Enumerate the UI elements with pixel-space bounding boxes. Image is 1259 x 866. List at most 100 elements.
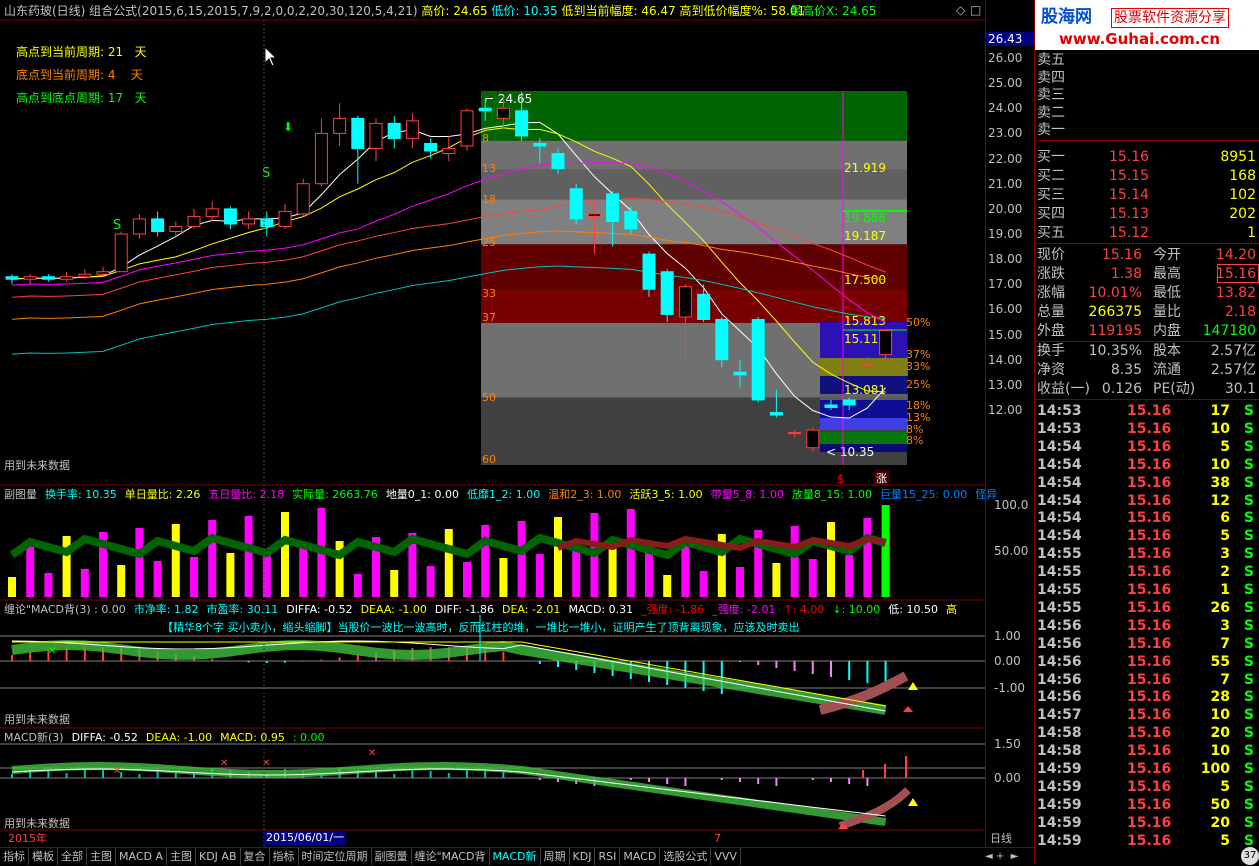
buy-volume: 202 (1229, 206, 1256, 222)
tick-row[interactable]: 14:56 15.16 55 S (1035, 653, 1259, 671)
tick-row[interactable]: 14:55 15.16 26 S (1035, 599, 1259, 617)
tick-volume: 3 (1220, 546, 1230, 563)
tab-1[interactable]: 模板 (29, 848, 58, 865)
tick-row[interactable]: 14:54 15.16 5 S (1035, 438, 1259, 456)
price-axis-label: 25.00 (988, 76, 1023, 91)
stat-row[interactable]: 净资 8.35 流通 2.57亿 (1035, 361, 1259, 379)
buy-row[interactable]: 买五 15.12 1 (1035, 224, 1259, 242)
brand-banner[interactable]: 股海网 股票软件资源分享 www.Guhai.com.cn (1035, 0, 1259, 50)
tick-row[interactable]: 14:55 15.16 1 S (1035, 581, 1259, 599)
buy-row[interactable]: 买四 15.13 202 (1035, 205, 1259, 223)
tab-scroll-arrows[interactable]: ◄ + ► (985, 850, 1018, 864)
stat-row[interactable]: 总量 266375 量比 2.18 (1035, 303, 1259, 321)
tick-row[interactable]: 14:55 15.16 3 S (1035, 545, 1259, 563)
tick-row[interactable]: 14:56 15.16 7 S (1035, 635, 1259, 653)
stat-value: 15.16 (1101, 247, 1142, 263)
tick-price: 15.16 (1127, 653, 1172, 670)
tick-row[interactable]: 14:57 15.16 10 S (1035, 706, 1259, 724)
tick-row[interactable]: 14:58 15.16 10 S (1035, 742, 1259, 760)
current-price-tag: 26.43 (986, 32, 1034, 46)
tick-row[interactable]: 14:55 15.16 2 S (1035, 563, 1259, 581)
tab-5[interactable]: 主图 (167, 848, 196, 865)
tab-2[interactable]: 全部 (58, 848, 87, 865)
fib-level-label: 8 (482, 132, 489, 145)
stat-row[interactable]: 换手 10.35% 股本 2.57亿 (1035, 342, 1259, 360)
tick-row[interactable]: 14:59 15.16 5 S (1035, 778, 1259, 796)
tick-time: 14:56 (1037, 635, 1082, 652)
vol-axis-label: 100.0 (994, 498, 1029, 512)
tab-18[interactable]: VVV (711, 848, 741, 865)
tab-11[interactable]: 缠论"MACD背 (412, 848, 490, 865)
tick-row[interactable]: 14:59 15.16 100 S (1035, 760, 1259, 778)
tab-9[interactable]: 时间定位周期 (299, 848, 372, 865)
tick-row[interactable]: 14:56 15.16 7 S (1035, 671, 1259, 689)
tab-10[interactable]: 副图量 (372, 848, 412, 865)
tick-row[interactable]: 14:54 15.16 10 S (1035, 456, 1259, 474)
tick-side: S (1243, 599, 1254, 616)
tick-time: 14:54 (1037, 474, 1082, 491)
tab-3[interactable]: 主图 (87, 848, 116, 865)
tab-12[interactable]: MACD新 (490, 848, 541, 865)
buy-row[interactable]: 买二 15.15 168 (1035, 167, 1259, 185)
stat-label: 流通 (1153, 362, 1181, 378)
sell-row[interactable]: 卖二 (1035, 104, 1259, 122)
buy-row[interactable]: 买三 15.14 102 (1035, 186, 1259, 204)
stat-label: 股本 (1153, 343, 1181, 359)
low-label: 低价: 10.35 (491, 4, 558, 18)
buy-row[interactable]: 买一 15.16 8951 (1035, 148, 1259, 166)
scroll-badge[interactable]: 37 (1241, 847, 1259, 865)
stat-row[interactable]: 现价 15.16 今开 14.20 (1035, 246, 1259, 264)
chart-area[interactable]: 8 13 18 25 33 37 50 60 ⌐ 24.65 < 10.35 21.919 19.88… (0, 0, 997, 847)
stat-row[interactable]: 涨幅 10.01% 最低 13.82 (1035, 284, 1259, 302)
diamond-icon[interactable]: ◇ (956, 3, 965, 17)
tick-time: 14:59 (1037, 796, 1082, 813)
tick-row[interactable]: 14:53 15.16 10 S (1035, 420, 1259, 438)
fib-level-label: 13 (482, 162, 496, 175)
sell-level-label: 卖五 (1037, 52, 1065, 68)
tab-6[interactable]: KDJ AB (196, 848, 241, 865)
fib-level-label: 37 (482, 311, 496, 324)
tick-row[interactable]: 14:59 15.16 5 S (1035, 832, 1259, 850)
tab-7[interactable]: 复合 (241, 848, 270, 865)
fib-level-label: 60 (482, 453, 496, 466)
volume-bar (117, 565, 126, 597)
sell-row[interactable]: 卖三 (1035, 86, 1259, 104)
sell-row[interactable]: 卖五 (1035, 51, 1259, 69)
sell-row[interactable]: 卖一 (1035, 121, 1259, 139)
tab-4[interactable]: MACD A (116, 848, 167, 865)
candle-body (296, 183, 310, 215)
tab-0[interactable]: 指标 (0, 848, 29, 865)
stat-row[interactable]: 外盘 119195 内盘 147180 (1035, 322, 1259, 340)
candle-body (769, 412, 783, 416)
tick-row[interactable]: 14:54 15.16 12 S (1035, 492, 1259, 510)
tick-row[interactable]: 14:54 15.16 6 S (1035, 509, 1259, 527)
tick-row[interactable]: 14:59 15.16 20 S (1035, 814, 1259, 832)
tick-side: S (1243, 420, 1254, 437)
tab-14[interactable]: KDJ (570, 848, 596, 865)
sell-row[interactable]: 卖四 (1035, 69, 1259, 87)
tab-16[interactable]: MACD (620, 848, 661, 865)
tick-time: 14:54 (1037, 510, 1082, 527)
stat-row[interactable]: 收益(一) 0.126 PE(动) 30.1 (1035, 380, 1259, 398)
tick-side: S (1243, 707, 1254, 724)
candle-body (842, 399, 856, 406)
tick-row[interactable]: 14:58 15.16 20 S (1035, 724, 1259, 742)
stat-value: 266375 (1088, 304, 1142, 320)
tick-row[interactable]: 14:56 15.16 3 S (1035, 617, 1259, 635)
volume-bar (535, 554, 544, 597)
tick-row[interactable]: 14:53 15.16 17 S (1035, 402, 1259, 420)
tick-row[interactable]: 14:59 15.16 50 S (1035, 796, 1259, 814)
macd2-axis-label: 0.00 (994, 771, 1021, 785)
tick-row[interactable]: 14:54 15.16 38 S (1035, 474, 1259, 492)
tick-row[interactable]: 14:56 15.16 28 S (1035, 688, 1259, 706)
candle-body (606, 193, 620, 222)
tab-15[interactable]: RSI (595, 848, 621, 865)
tab-8[interactable]: 指标 (270, 848, 299, 865)
stat-value: 2.57亿 (1210, 362, 1256, 378)
tick-row[interactable]: 14:54 15.16 5 S (1035, 527, 1259, 545)
chart-canvas[interactable]: 813182533375060⌐ 24.65< 10.3521.91919.88… (0, 0, 985, 847)
maximize-icon[interactable]: □ (970, 3, 981, 17)
fib-bottom-label: < 10.35 (826, 445, 874, 459)
tab-13[interactable]: 周期 (541, 848, 570, 865)
tab-17[interactable]: 选股公式 (660, 848, 712, 865)
